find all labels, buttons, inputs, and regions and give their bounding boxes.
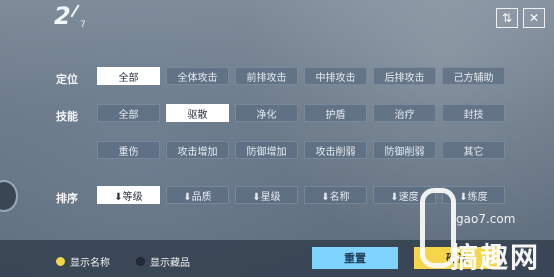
skill-defense-down-button[interactable]: 防御削弱 [373, 141, 436, 159]
skill-wound-button[interactable]: 重伤 [97, 141, 160, 159]
side-medal-icon [0, 180, 18, 212]
skill-attack-up-button[interactable]: 攻击增加 [166, 141, 229, 159]
skill-dispel-button[interactable]: 驱散 [166, 104, 229, 122]
sort-star-button[interactable]: ⬇星级 [235, 186, 298, 204]
page-current: 2 [54, 2, 71, 30]
skill-label: 技能 [56, 110, 78, 123]
skill-purify-button[interactable]: 净化 [235, 104, 298, 122]
show-name-radio[interactable]: 显示名称 [56, 254, 110, 269]
position-all-attack-button[interactable]: 全体攻击 [166, 67, 229, 85]
skill-all-button[interactable]: 全部 [97, 104, 160, 122]
page-indicator: 2 7 [54, 2, 94, 38]
watermark-brand: 搞趣网 [450, 241, 541, 274]
position-back-attack-button[interactable]: 后排攻击 [373, 67, 436, 85]
reset-button[interactable]: 重置 [312, 247, 398, 269]
position-middle-attack-button[interactable]: 中排攻击 [304, 67, 367, 85]
skill-silence-button[interactable]: 封技 [442, 104, 505, 122]
sort-name-button[interactable]: ⬇名称 [304, 186, 367, 204]
radio-on-icon [56, 257, 65, 266]
sort-level-button[interactable]: ⬇等级 [97, 186, 160, 204]
filter-toggle-button[interactable]: ⇅ [496, 8, 518, 28]
filter-icon: ⇅ [501, 11, 513, 25]
page-total: 7 [80, 20, 86, 30]
show-name-label: 显示名称 [70, 258, 110, 269]
page-slash [70, 4, 80, 18]
close-icon: ✕ [528, 11, 540, 25]
skill-other-button[interactable]: 其它 [442, 141, 505, 159]
show-collection-radio[interactable]: 显示藏品 [136, 254, 190, 269]
close-button[interactable]: ✕ [523, 8, 545, 28]
watermark-site: gao7.com [456, 212, 516, 226]
skill-attack-down-button[interactable]: 攻击削弱 [304, 141, 367, 159]
skill-defense-up-button[interactable]: 防御增加 [235, 141, 298, 159]
position-support-button[interactable]: 己方辅助 [442, 67, 505, 85]
sort-label: 排序 [56, 192, 78, 205]
skill-heal-button[interactable]: 治疗 [373, 104, 436, 122]
show-collection-label: 显示藏品 [150, 258, 190, 269]
position-label: 定位 [56, 73, 78, 86]
position-all-button[interactable]: 全部 [97, 67, 160, 85]
skill-shield-button[interactable]: 护盾 [304, 104, 367, 122]
position-front-attack-button[interactable]: 前排攻击 [235, 67, 298, 85]
sort-quality-button[interactable]: ⬇品质 [166, 186, 229, 204]
radio-off-icon [136, 257, 145, 266]
